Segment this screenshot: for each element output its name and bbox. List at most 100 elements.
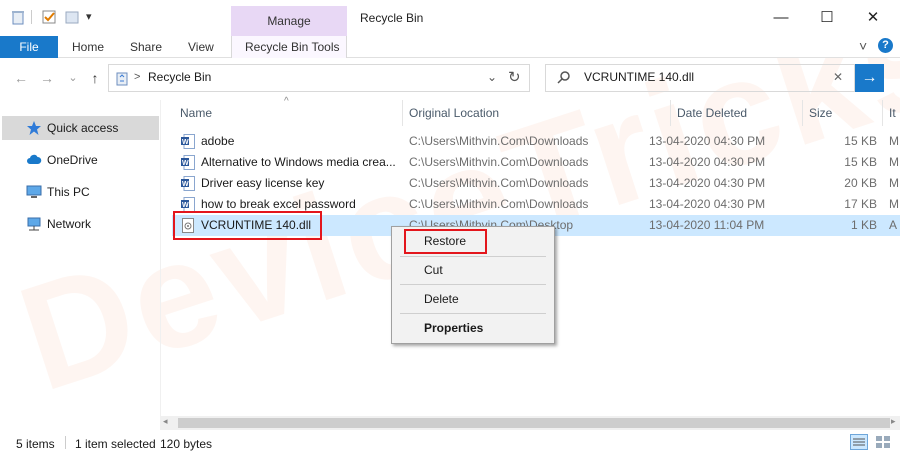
file-date-deleted: 13-04-2020 04:30 PM xyxy=(649,134,766,148)
menu-item-cut[interactable]: Cut xyxy=(424,263,443,277)
sidebar-item-label: Network xyxy=(47,217,92,231)
star-icon xyxy=(27,121,41,135)
network-icon xyxy=(27,217,41,231)
tab-share[interactable]: Share xyxy=(130,40,162,54)
svg-text:W: W xyxy=(182,160,189,167)
status-divider xyxy=(65,436,66,449)
address-dropdown-icon[interactable]: ⌄ xyxy=(487,70,497,84)
pane-divider xyxy=(160,100,161,416)
details-view-icon[interactable] xyxy=(850,434,868,450)
menu-divider xyxy=(400,256,546,257)
recycle-bin-icon xyxy=(12,11,24,25)
file-location: C:\Users\Mithvin.Com\Downloads xyxy=(409,134,589,148)
word-doc-icon: W xyxy=(181,155,195,170)
sidebar-item-quick-access[interactable]: Quick access xyxy=(2,116,159,140)
column-divider[interactable] xyxy=(670,100,671,126)
file-size: 15 KB xyxy=(844,155,877,169)
table-row[interactable]: W Alternative to Windows media crea... C… xyxy=(172,152,900,173)
properties-check-icon[interactable] xyxy=(41,9,57,25)
table-row[interactable]: W adobe C:\Users\Mithvin.Com\Downloads 1… xyxy=(172,131,900,152)
svg-text:W: W xyxy=(182,139,189,146)
word-doc-icon: W xyxy=(181,197,195,212)
column-header-date-deleted[interactable]: Date Deleted xyxy=(677,106,747,120)
svg-text:W: W xyxy=(182,202,189,209)
window-title: Recycle Bin xyxy=(360,11,424,25)
file-name: adobe xyxy=(201,134,235,148)
title-bar xyxy=(0,0,900,36)
up-button[interactable]: ↑ xyxy=(85,68,105,88)
clear-search-icon[interactable]: ✕ xyxy=(833,70,843,84)
column-divider[interactable] xyxy=(802,100,803,126)
sidebar-item-onedrive[interactable]: OneDrive xyxy=(2,148,159,172)
refresh-icon[interactable]: ↻ xyxy=(508,68,521,86)
tab-recycle-bin-tools[interactable]: Recycle Bin Tools xyxy=(245,40,340,54)
recent-locations-dropdown[interactable]: ⌄ xyxy=(63,68,83,88)
minimize-button[interactable]: — xyxy=(766,6,796,30)
sidebar-item-label: OneDrive xyxy=(47,153,98,167)
file-location: C:\Users\Mithvin.Com\Downloads xyxy=(409,155,589,169)
column-divider[interactable] xyxy=(402,100,403,126)
breadcrumb-chevron-icon[interactable]: > xyxy=(134,71,140,83)
file-location: C:\Users\Mithvin.Com\Downloads xyxy=(409,197,589,211)
forward-button[interactable]: → xyxy=(37,68,57,88)
search-icon xyxy=(557,71,570,84)
column-header-item-type[interactable]: It xyxy=(889,106,896,120)
search-go-button[interactable]: → xyxy=(855,64,884,92)
file-date-deleted: 13-04-2020 04:30 PM xyxy=(649,176,766,190)
status-size: 120 bytes xyxy=(160,437,213,451)
help-icon[interactable]: ? xyxy=(878,38,893,53)
file-date-deleted: 13-04-2020 04:30 PM xyxy=(649,155,766,169)
toolbar-divider xyxy=(31,10,32,24)
sort-ascending-icon: ^ xyxy=(284,96,289,107)
column-header-original-location[interactable]: Original Location xyxy=(409,106,499,120)
sidebar-item-label: This PC xyxy=(47,185,90,199)
tab-home[interactable]: Home xyxy=(72,40,104,54)
file-size: 17 KB xyxy=(844,197,877,211)
highlight-restore xyxy=(404,229,487,254)
highlight-selected-file xyxy=(173,211,322,240)
scroll-right-icon[interactable]: ▸ xyxy=(891,416,896,427)
menu-item-properties[interactable]: Properties xyxy=(424,321,483,335)
customize-toolbar-icon[interactable]: ▾ xyxy=(86,10,92,23)
file-name: how to break excel password xyxy=(201,197,356,211)
column-header-name[interactable]: Name xyxy=(180,106,212,120)
file-size: 1 KB xyxy=(850,218,877,232)
search-query[interactable]: VCRUNTIME 140.dll xyxy=(584,70,694,84)
svg-text:W: W xyxy=(182,181,189,188)
file-type: M xyxy=(889,176,899,190)
column-header-size[interactable]: Size xyxy=(809,106,832,120)
sidebar-item-network[interactable]: Network xyxy=(2,212,159,236)
file-date-deleted: 13-04-2020 04:30 PM xyxy=(649,197,766,211)
sidebar-item-label: Quick access xyxy=(47,121,119,135)
status-selection: 1 item selected xyxy=(75,437,156,451)
file-location: C:\Users\Mithvin.Com\Downloads xyxy=(409,176,589,190)
tab-view[interactable]: View xyxy=(188,40,214,54)
recycle-bin-icon xyxy=(116,72,128,86)
word-doc-icon: W xyxy=(181,176,195,191)
table-row[interactable]: W Driver easy license key C:\Users\Mithv… xyxy=(172,173,900,194)
sidebar-item-this-pc[interactable]: This PC xyxy=(2,180,159,204)
scrollbar-thumb[interactable] xyxy=(178,418,890,428)
scroll-left-icon[interactable]: ◂ xyxy=(163,416,168,427)
back-button[interactable]: ← xyxy=(11,68,31,88)
cloud-icon xyxy=(27,154,42,164)
status-item-count: 5 items xyxy=(16,437,55,451)
ribbon-collapse-icon[interactable]: ˅ xyxy=(859,38,867,54)
file-size: 15 KB xyxy=(844,134,877,148)
manage-tab[interactable]: Manage xyxy=(231,6,347,36)
file-type: A xyxy=(889,218,898,232)
new-folder-icon[interactable] xyxy=(64,9,80,25)
file-date-deleted: 13-04-2020 11:04 PM xyxy=(649,218,765,232)
close-button[interactable]: ✕ xyxy=(858,6,888,30)
column-divider[interactable] xyxy=(882,100,883,126)
large-icons-view-icon[interactable] xyxy=(874,434,892,450)
tab-file[interactable]: File xyxy=(0,36,58,58)
file-type: M xyxy=(889,155,899,169)
breadcrumb-recycle-bin[interactable]: Recycle Bin xyxy=(148,70,211,84)
menu-item-delete[interactable]: Delete xyxy=(424,292,459,306)
maximize-button[interactable]: ☐ xyxy=(812,6,842,30)
computer-icon xyxy=(26,185,42,198)
file-name: Driver easy license key xyxy=(201,176,325,190)
file-size: 20 KB xyxy=(844,176,877,190)
menu-divider xyxy=(400,313,546,314)
